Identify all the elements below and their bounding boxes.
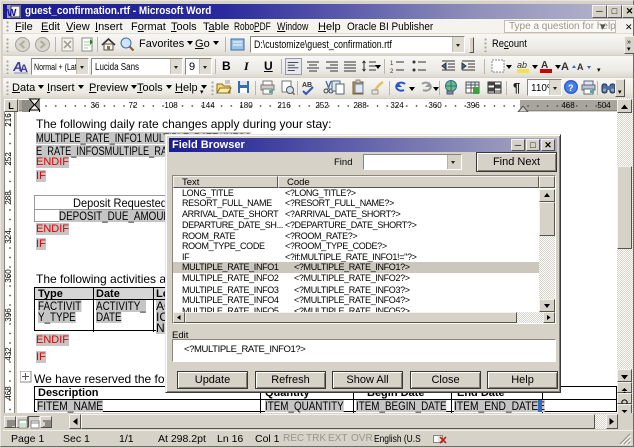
- svg-text:?: ?: [568, 83, 574, 93]
- svg-text:¶: ¶: [513, 80, 520, 95]
- svg-text:W: W: [7, 8, 17, 19]
- svg-text:ab: ab: [517, 60, 527, 70]
- svg-text:A: A: [577, 62, 584, 72]
- svg-text:A: A: [561, 61, 569, 73]
- svg-text:1: 1: [390, 61, 394, 67]
- svg-text:2: 2: [390, 69, 394, 75]
- svg-text:AB: AB: [302, 82, 312, 89]
